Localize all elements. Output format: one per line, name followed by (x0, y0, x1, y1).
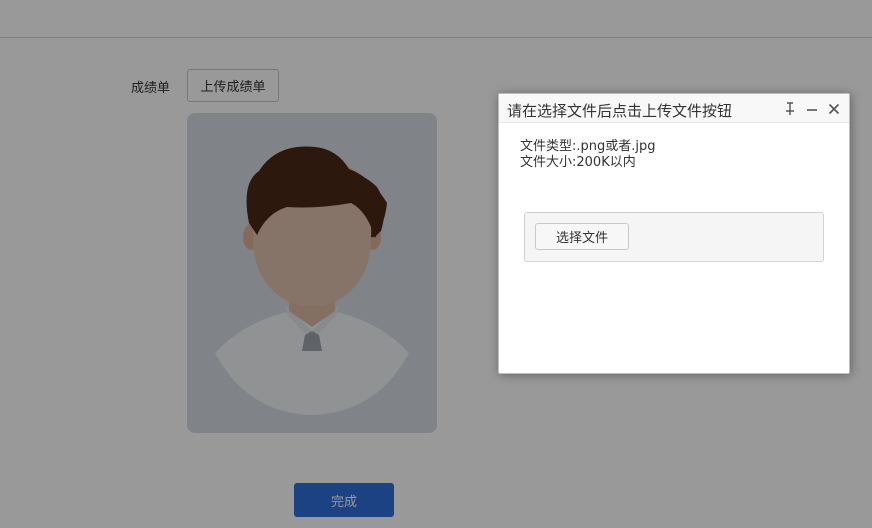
minimize-icon[interactable] (805, 99, 819, 117)
dialog-header[interactable]: 请在选择文件后点击上传文件按钮 (499, 94, 849, 123)
upload-dialog: 请在选择文件后点击上传文件按钮 文件类型:.png或者.jpg 文件大小:200… (498, 93, 850, 374)
file-size-info: 文件大小:200K以内 (520, 155, 636, 170)
file-picker-area: 选择文件 (524, 212, 824, 262)
dialog-title: 请在选择文件后点击上传文件按钮 (507, 102, 733, 120)
choose-file-button[interactable]: 选择文件 (535, 223, 629, 250)
dialog-body: 文件类型:.png或者.jpg 文件大小:200K以内 选择文件 (499, 123, 849, 373)
dialog-tools (783, 99, 841, 117)
close-icon[interactable] (827, 99, 841, 117)
pin-icon[interactable] (783, 99, 797, 117)
